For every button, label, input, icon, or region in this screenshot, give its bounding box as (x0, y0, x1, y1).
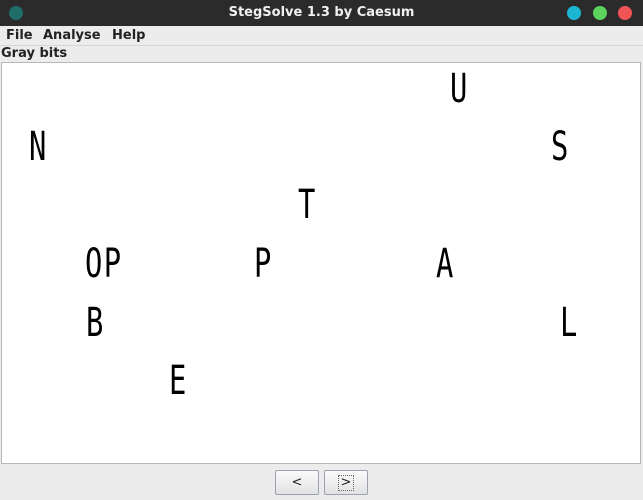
next-plane-button[interactable]: > (324, 470, 368, 495)
canvas-letter-s: S (551, 124, 570, 170)
menu-bar: File Analyse Help (0, 26, 643, 46)
menu-file[interactable]: File (6, 28, 33, 43)
canvas-letter-e: E (169, 358, 188, 404)
image-canvas: N U S T OP P A B L E (1, 62, 641, 464)
next-plane-label: > (337, 474, 355, 491)
previous-plane-label: < (291, 475, 303, 490)
window-title: StegSolve 1.3 by Caesum (228, 5, 415, 20)
canvas-letter-t: T (298, 182, 317, 228)
canvas-letter-n: N (29, 124, 48, 170)
canvas-letter-u: U (450, 66, 469, 112)
maximize-button[interactable] (593, 6, 607, 20)
menu-analyse[interactable]: Analyse (43, 28, 101, 43)
plane-mode-label: Gray bits (1, 46, 68, 61)
previous-plane-button[interactable]: < (275, 470, 319, 495)
canvas-letter-p: P (254, 241, 273, 287)
canvas-letter-l: L (560, 300, 579, 346)
minimize-button[interactable] (567, 6, 581, 20)
menu-help[interactable]: Help (112, 28, 145, 43)
canvas-letters-op: OP (85, 241, 123, 287)
close-button[interactable] (618, 6, 632, 20)
title-bar: StegSolve 1.3 by Caesum (0, 0, 643, 26)
canvas-letter-b: B (86, 300, 105, 346)
canvas-letter-a: A (436, 241, 455, 287)
